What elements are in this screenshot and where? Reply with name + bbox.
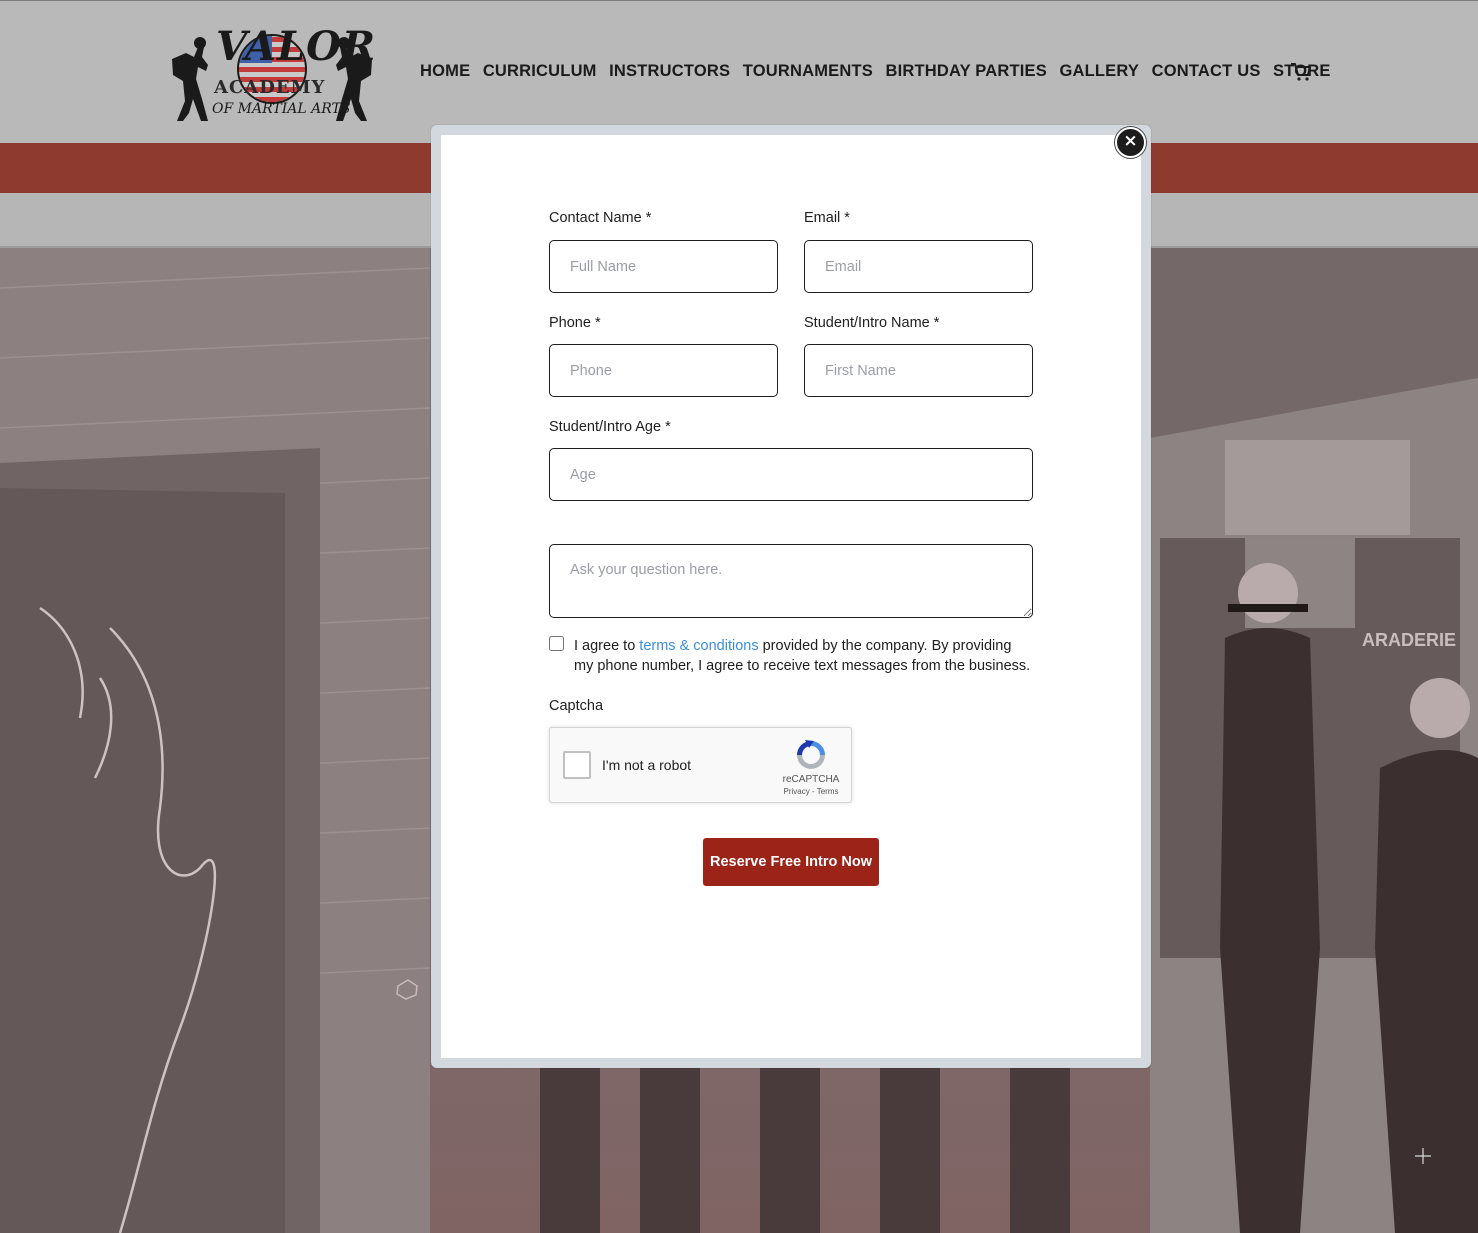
recaptcha-privacy-terms-links[interactable]: Privacy - Terms: [775, 787, 847, 796]
close-icon: ×: [1123, 131, 1138, 151]
nav-home[interactable]: HOME: [420, 62, 470, 81]
reserve-intro-button[interactable]: Reserve Free Intro Now: [703, 838, 879, 886]
nav-contact-us[interactable]: CONTACT US: [1152, 62, 1261, 81]
phone-label: Phone *: [549, 315, 601, 331]
student-name-input[interactable]: [804, 344, 1033, 397]
terms-consent-checkbox[interactable]: [549, 636, 564, 651]
site-header: VALOR ACADEMY OF MARTIAL ARTS HOME CURRI…: [0, 0, 1478, 143]
terms-consent-text: I agree to terms & conditions provided b…: [574, 636, 1034, 676]
student-age-input[interactable]: [549, 448, 1033, 501]
email-input[interactable]: [804, 240, 1033, 293]
terms-conditions-link[interactable]: terms & conditions: [639, 638, 758, 654]
contact-name-label: Contact Name *: [549, 210, 652, 226]
nav-gallery[interactable]: GALLERY: [1059, 62, 1139, 81]
logo-text-bottom: OF MARTIAL ARTS: [212, 101, 351, 117]
recaptcha-widget: I'm not a robot reCAPTCHA Privacy - Term…: [549, 727, 852, 803]
nav-birthday-parties[interactable]: BIRTHDAY PARTIES: [885, 62, 1047, 81]
captcha-label: Captcha: [549, 698, 604, 714]
recaptcha-label: I'm not a robot: [602, 757, 692, 773]
logo-text-mid: ACADEMY: [214, 77, 326, 98]
phone-input[interactable]: [549, 344, 778, 397]
shopping-cart-icon[interactable]: [1290, 62, 1312, 82]
recaptcha-checkbox[interactable]: [563, 751, 591, 779]
recaptcha-brand: reCAPTCHA: [782, 774, 840, 785]
close-modal-button[interactable]: ×: [1115, 127, 1146, 158]
nav-curriculum[interactable]: CURRICULUM: [483, 62, 597, 81]
nav-instructors[interactable]: INSTRUCTORS: [609, 62, 730, 81]
student-age-label: Student/Intro Age *: [549, 419, 671, 435]
email-label: Email *: [804, 210, 850, 226]
question-textarea[interactable]: [549, 544, 1033, 618]
consent-prefix: I agree to: [574, 638, 640, 654]
nav-tournaments[interactable]: TOURNAMENTS: [743, 62, 873, 81]
logo-text-top: VALOR: [216, 23, 377, 70]
contact-name-input[interactable]: [549, 240, 778, 293]
main-nav: HOME CURRICULUM INSTRUCTORS TOURNAMENTS …: [420, 62, 1343, 81]
student-name-label: Student/Intro Name *: [804, 315, 940, 331]
recaptcha-logo-icon: [797, 740, 825, 769]
valor-academy-logo[interactable]: VALOR ACADEMY OF MARTIAL ARTS: [170, 21, 377, 125]
